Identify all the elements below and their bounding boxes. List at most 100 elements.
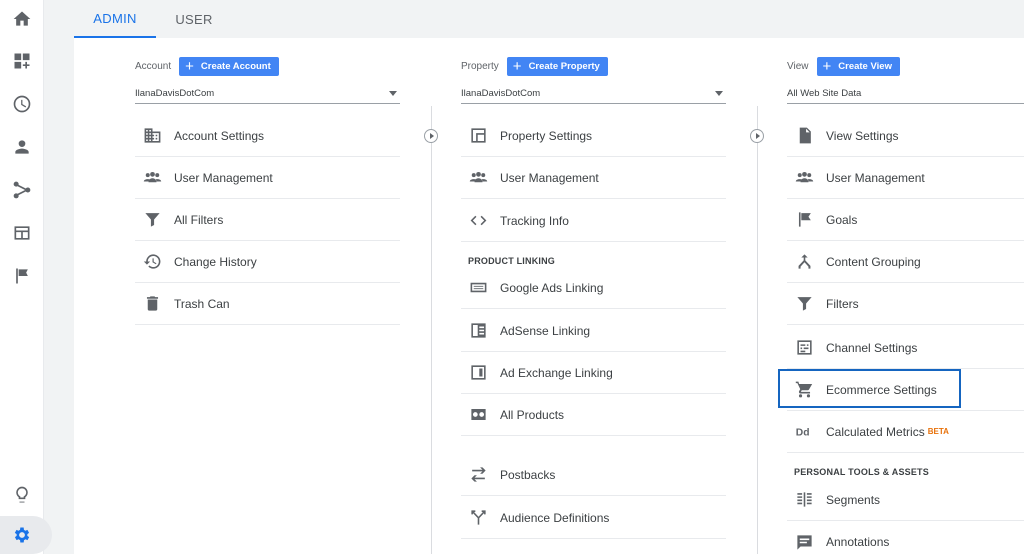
svg-text:Dd: Dd — [795, 427, 809, 438]
ecommerce-settings-item[interactable]: Ecommerce Settings — [787, 369, 1024, 411]
item-label: Property Settings — [500, 128, 593, 143]
tracking-info-item[interactable]: Tracking Info — [461, 200, 726, 242]
item-label: Change History — [174, 254, 257, 269]
item-label: Annotations — [826, 535, 890, 549]
arrow-right-icon — [750, 129, 764, 143]
item-label: Segments — [826, 492, 881, 507]
create-property-button[interactable]: + Create Property — [506, 56, 608, 76]
admin-gear-icon[interactable] — [10, 523, 34, 547]
window-icon — [467, 125, 489, 147]
channel-icon — [793, 337, 815, 359]
property-selector[interactable]: IlanaDavisDotCom — [461, 84, 726, 104]
item-label: All Products — [500, 407, 565, 422]
ads-icon — [467, 277, 489, 299]
item-label: Ad Exchange Linking — [500, 365, 613, 380]
segments-icon — [793, 489, 815, 511]
document-icon — [793, 125, 815, 147]
plus-icon: + — [822, 57, 832, 75]
tab-admin[interactable]: ADMIN — [74, 0, 156, 38]
view-selected: All Web Site Data — [787, 88, 862, 99]
item-label: Channel Settings — [826, 340, 918, 355]
create-account-label: Create Account — [200, 60, 271, 72]
item-label: Goals — [826, 212, 858, 227]
behavior-icon[interactable] — [10, 221, 34, 245]
item-label: Calculated Metrics — [826, 424, 925, 439]
item-label: All Filters — [174, 212, 224, 227]
segments-item[interactable]: Segments — [787, 479, 1024, 521]
item-label: Content Grouping — [826, 254, 921, 269]
view-column: View + Create View All Web Site Data Vie… — [787, 38, 1024, 554]
property-user-management-item[interactable]: User Management — [461, 157, 726, 199]
item-label: AdSense Linking — [500, 323, 591, 338]
flag-icon — [793, 209, 815, 231]
account-selector[interactable]: IlanaDavisDotCom — [135, 84, 400, 104]
content-grouping-item[interactable]: Content Grouping — [787, 241, 1024, 283]
view-label: View — [787, 60, 809, 72]
conversions-icon[interactable] — [10, 264, 34, 288]
trash-icon — [141, 293, 163, 315]
view-user-management-item[interactable]: User Management — [787, 157, 1024, 199]
dd-icon: Dd — [793, 421, 815, 443]
left-nav-rail — [0, 0, 52, 554]
acquisition-icon[interactable] — [10, 178, 34, 202]
all-filters-item[interactable]: All Filters — [135, 199, 400, 241]
home-icon[interactable] — [10, 7, 34, 31]
account-settings-item[interactable]: Account Settings — [135, 115, 400, 157]
goals-item[interactable]: Goals — [787, 199, 1024, 241]
all-products-item[interactable]: All Products — [461, 394, 726, 436]
tab-user[interactable]: USER — [162, 0, 226, 38]
item-label: Ecommerce Settings — [826, 382, 937, 397]
create-property-label: Create Property — [528, 60, 600, 72]
cart-icon — [793, 379, 815, 401]
caret-down-icon — [389, 91, 397, 96]
annotations-item[interactable]: Annotations — [787, 521, 1024, 554]
property-selected: IlanaDavisDotCom — [461, 88, 541, 99]
channel-settings-item[interactable]: Channel Settings — [787, 327, 1024, 369]
arrow-right-icon — [424, 129, 438, 143]
item-label: View Settings — [826, 128, 899, 143]
filters-item[interactable]: Filters — [787, 283, 1024, 325]
property-label: Property — [461, 60, 499, 72]
create-account-button[interactable]: + Create Account — [179, 56, 279, 76]
personal-tools-heading: PERSONAL TOOLS & ASSETS — [794, 467, 929, 477]
adsense-linking-item[interactable]: AdSense Linking — [461, 310, 726, 352]
postbacks-icon — [467, 464, 489, 486]
filter-icon — [141, 209, 163, 231]
caret-down-icon — [715, 91, 723, 96]
ad-exchange-linking-item[interactable]: Ad Exchange Linking — [461, 352, 726, 394]
admin-nav-item[interactable] — [0, 516, 52, 554]
account-header: Account + Create Account — [135, 56, 279, 76]
view-selector[interactable]: All Web Site Data — [787, 84, 1024, 104]
item-label: Trash Can — [174, 296, 230, 311]
property-settings-item[interactable]: Property Settings — [461, 115, 726, 157]
plus-icon: + — [512, 57, 522, 75]
realtime-icon[interactable] — [10, 92, 34, 116]
discover-icon[interactable] — [10, 483, 34, 507]
calculated-metrics-item[interactable]: Dd Calculated Metrics BETA — [787, 411, 1024, 453]
item-label: User Management — [826, 170, 925, 185]
audience-icon[interactable] — [10, 135, 34, 159]
customization-icon[interactable] — [10, 49, 34, 73]
trash-can-item[interactable]: Trash Can — [135, 283, 400, 325]
property-column: Property + Create Property IlanaDavisDot… — [461, 38, 726, 554]
people-icon — [793, 167, 815, 189]
property-header: Property + Create Property — [461, 56, 608, 76]
account-user-management-item[interactable]: User Management — [135, 157, 400, 199]
change-history-item[interactable]: Change History — [135, 241, 400, 283]
account-selected: IlanaDavisDotCom — [135, 88, 215, 99]
item-label: User Management — [174, 170, 273, 185]
item-label: Account Settings — [174, 128, 265, 143]
grouping-icon — [793, 251, 815, 273]
item-label: Tracking Info — [500, 213, 569, 228]
view-settings-item[interactable]: View Settings — [787, 115, 1024, 157]
column-divider — [431, 106, 432, 554]
audience-definitions-item[interactable]: Audience Definitions — [461, 497, 726, 539]
item-label: Google Ads Linking — [500, 280, 604, 295]
account-label: Account — [135, 60, 172, 72]
beta-badge: BETA — [927, 427, 949, 436]
item-label: User Management — [500, 170, 599, 185]
google-ads-linking-item[interactable]: Google Ads Linking — [461, 267, 726, 309]
column-divider — [757, 106, 758, 554]
create-view-button[interactable]: + Create View — [816, 56, 900, 76]
postbacks-item[interactable]: Postbacks — [461, 454, 726, 496]
